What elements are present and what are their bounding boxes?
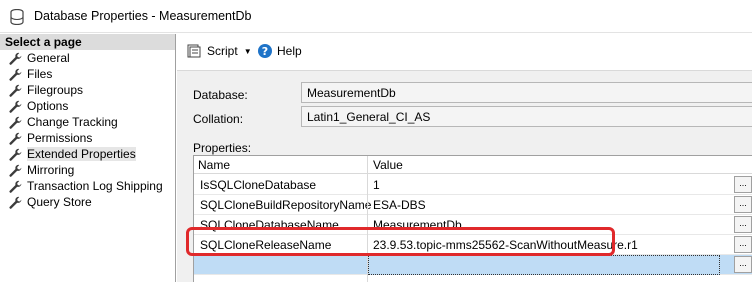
ellipsis-button[interactable]: ...	[734, 236, 752, 253]
wrench-icon	[9, 100, 22, 113]
ellipsis-button[interactable]: ...	[734, 176, 752, 193]
page-item-extended-properties[interactable]: Extended Properties	[0, 146, 175, 162]
page-item-options[interactable]: Options	[0, 98, 175, 114]
annotation-highlight-box	[186, 227, 615, 256]
page-item-filegroups[interactable]: Filegroups	[0, 82, 175, 98]
wrench-icon	[9, 148, 22, 161]
property-row[interactable]: SQLCloneBuildRepositoryName ESA-DBS...	[194, 195, 752, 215]
properties-label: Properties:	[193, 141, 252, 155]
new-property-row[interactable]: ...	[194, 255, 752, 275]
page-item-label: Options	[27, 99, 69, 113]
value-column-header[interactable]: Value	[373, 158, 403, 172]
database-label: Database:	[193, 88, 248, 102]
page-item-change-tracking[interactable]: Change Tracking	[0, 114, 175, 130]
wrench-icon	[9, 196, 22, 209]
collation-label: Collation:	[193, 112, 244, 126]
window-title: Database Properties - MeasurementDb	[34, 9, 252, 23]
svg-text:?: ?	[262, 45, 268, 58]
page-item-label: Transaction Log Shipping	[27, 179, 163, 193]
database-icon	[10, 9, 24, 25]
wrench-icon	[9, 68, 22, 81]
name-column-header[interactable]: Name	[198, 158, 230, 172]
page-item-label: Change Tracking	[27, 115, 118, 129]
grid-header: Name Value	[194, 156, 752, 174]
page-item-files[interactable]: Files	[0, 66, 175, 82]
help-icon: ?	[258, 44, 272, 58]
wrench-icon	[9, 164, 22, 177]
help-button[interactable]: ? Help	[257, 42, 302, 60]
toolbar: Script ▼ ? Help	[177, 34, 752, 70]
page-item-label: Query Store	[27, 195, 92, 209]
properties-content: Database: MeasurementDb Collation: Latin…	[177, 70, 752, 282]
script-button[interactable]: Script ▼	[186, 42, 252, 60]
chevron-down-icon[interactable]: ▼	[244, 47, 252, 56]
page-item-label: Files	[27, 67, 53, 81]
property-row[interactable]: IsSQLCloneDatabase 1...	[194, 175, 752, 195]
page-item-label: Filegroups	[27, 83, 84, 97]
page-item-label: General	[27, 51, 70, 65]
wrench-icon	[9, 52, 22, 65]
page-item-mirroring[interactable]: Mirroring	[0, 162, 175, 178]
page-item-query-store[interactable]: Query Store	[0, 194, 175, 210]
column-separator	[367, 156, 368, 282]
property-name: SQLCloneBuildRepositoryName	[200, 198, 372, 212]
extended-properties-grid: Name Value IsSQLCloneDatabase 1... SQLClon…	[193, 155, 752, 282]
script-icon	[187, 44, 201, 58]
ellipsis-button[interactable]: ...	[734, 256, 752, 273]
property-name: IsSQLCloneDatabase	[200, 178, 317, 192]
select-page-header: Select a page	[0, 34, 175, 50]
page-item-transaction-log-shipping[interactable]: Transaction Log Shipping	[0, 178, 175, 194]
page-selector: Select a page General Files Filegroups Opti…	[0, 34, 176, 282]
property-value[interactable]: ESA-DBS	[373, 198, 426, 212]
ellipsis-button[interactable]: ...	[734, 216, 752, 233]
ellipsis-button[interactable]: ...	[734, 196, 752, 213]
page-item-label: Mirroring	[27, 163, 75, 177]
page-item-label: Extended Properties	[27, 147, 136, 161]
new-value-cell[interactable]	[368, 255, 720, 275]
wrench-icon	[9, 116, 22, 129]
wrench-icon	[9, 84, 22, 97]
database-field[interactable]: MeasurementDb	[301, 82, 752, 103]
wrench-icon	[9, 132, 22, 145]
page-item-label: Permissions	[27, 131, 93, 145]
help-label: Help	[277, 44, 302, 58]
page-item-general[interactable]: General	[0, 50, 175, 66]
script-label: Script	[207, 44, 238, 58]
page-item-permissions[interactable]: Permissions	[0, 130, 175, 146]
collation-field[interactable]: Latin1_General_CI_AS	[301, 106, 752, 127]
wrench-icon	[9, 180, 22, 193]
property-value[interactable]: 1	[373, 178, 380, 192]
title-bar: Database Properties - MeasurementDb	[0, 0, 752, 33]
page-list: General Files Filegroups Options Change Trac…	[0, 50, 175, 210]
